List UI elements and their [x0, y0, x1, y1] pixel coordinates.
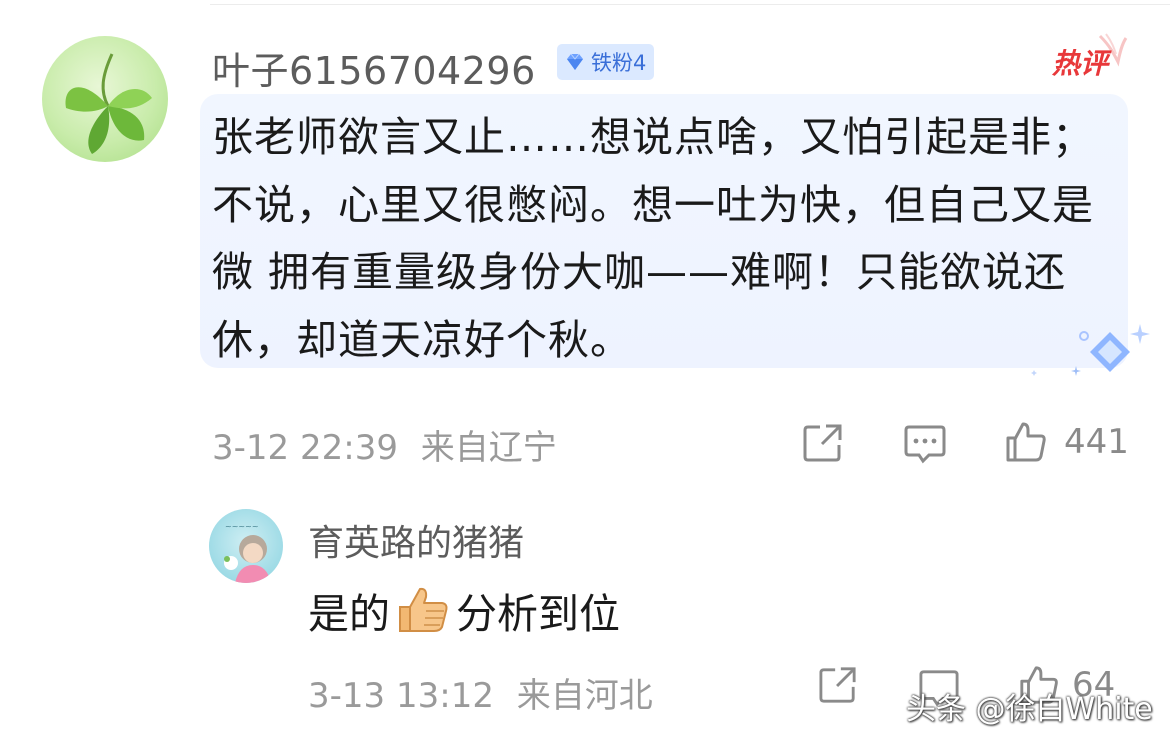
avatar[interactable] — [42, 36, 168, 162]
svg-text:~~~~~: ~~~~~ — [225, 522, 259, 531]
fan-badge-label: 铁粉4 — [591, 51, 647, 75]
ginkgo-leaf-icon — [65, 53, 152, 154]
like-button[interactable]: 441 — [1004, 420, 1129, 464]
comment-text: 张老师欲言又止……想说点啥，又怕引起是非；不说，心里又很憋闷。想一吐为快，但自己… — [212, 113, 1094, 364]
top-divider — [210, 4, 1170, 5]
reply-date: 3-13 13:12 — [308, 676, 494, 716]
share-icon — [819, 667, 856, 703]
sparkle-diamond-icon — [1031, 324, 1150, 376]
username[interactable]: 叶子6156704296 — [212, 40, 536, 95]
share-button[interactable] — [802, 423, 844, 463]
like-count: 441 — [1064, 422, 1129, 462]
reply-text-after: 分析到位 — [456, 590, 620, 638]
hot-comment-tag: 热评 — [1048, 32, 1128, 80]
comment-location: 来自辽宁 — [420, 428, 557, 468]
watermark: 头条 @徐白White — [906, 692, 1153, 727]
diamond-icon — [567, 53, 583, 70]
comment-button[interactable] — [903, 423, 947, 465]
comment-meta: 3-12 22:39 来自辽宁 — [212, 420, 557, 469]
comment-icon — [904, 425, 946, 464]
reply-username[interactable]: 育英路的猪猪 — [308, 514, 524, 566]
reply-meta: 3-13 13:12 来自河北 — [308, 668, 653, 717]
fan-badge: 铁粉4 — [557, 44, 655, 80]
thumbs-up-emoji-icon — [399, 587, 448, 632]
comment-date: 3-12 22:39 — [212, 428, 398, 468]
reply-location: 来自河北 — [516, 676, 653, 716]
share-icon — [803, 424, 842, 462]
cartoon-granny-icon: ~~~~~ — [224, 522, 271, 583]
reply-avatar[interactable]: ~~~~~ — [209, 509, 283, 583]
hot-tag-label: 热评 — [1052, 47, 1109, 80]
like-icon — [1006, 422, 1046, 462]
reply-text: 是的 分析到位 — [308, 580, 620, 640]
reply-text-before: 是的 — [308, 590, 390, 638]
reply-share-button[interactable] — [818, 666, 858, 704]
